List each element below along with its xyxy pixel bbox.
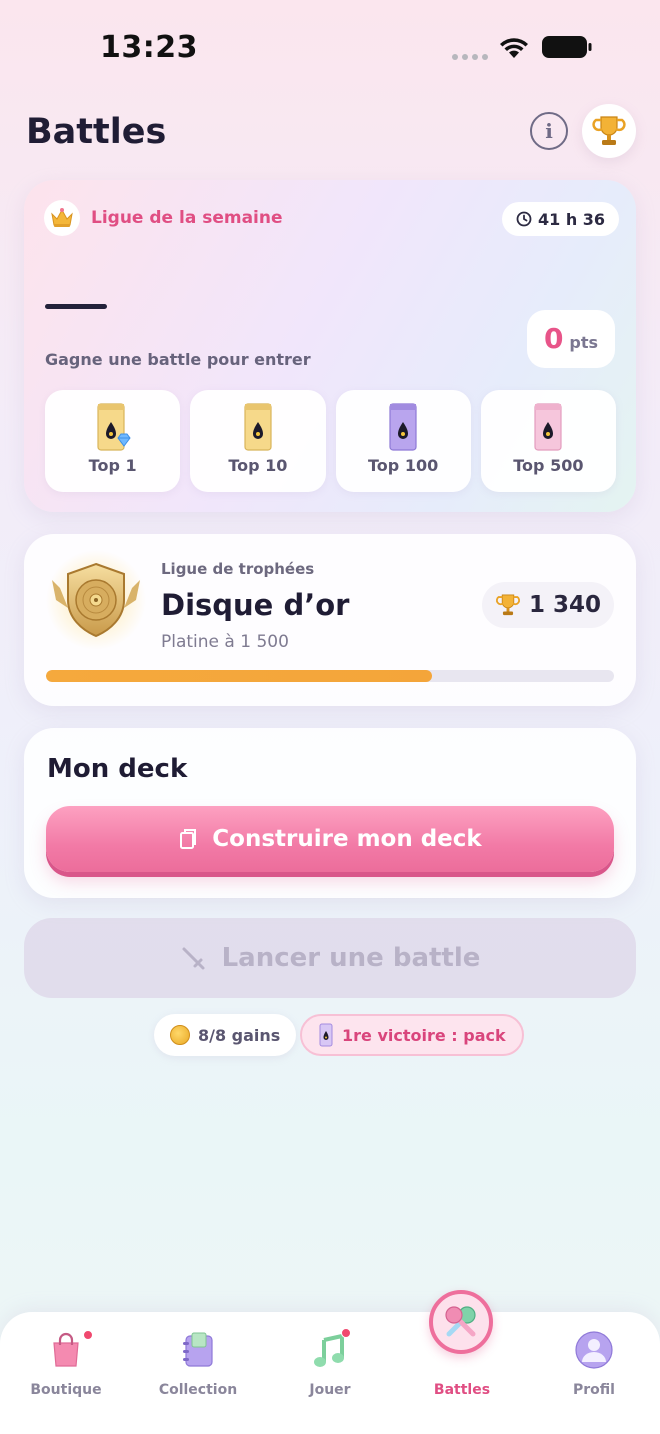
pink-pack-icon xyxy=(534,403,562,451)
reward-tiers: Top 1 Top 10 Top 100 Top 500 xyxy=(45,390,616,492)
reward-label: Top 10 xyxy=(228,456,288,475)
reward-top-500[interactable]: Top 500 xyxy=(480,390,616,492)
notification-dot xyxy=(341,1328,351,1338)
trophy-progress-fill xyxy=(46,670,433,682)
wifi-icon xyxy=(500,38,528,58)
build-deck-label: Construire mon deck xyxy=(212,826,482,852)
reward-top-1[interactable]: Top 1 xyxy=(45,390,181,492)
gold-pack-icon xyxy=(244,403,272,451)
notification-dot xyxy=(83,1330,93,1340)
tab-profil[interactable]: Profil xyxy=(539,1328,649,1408)
tab-bar: Boutique Collection Jouer Battles Profil xyxy=(0,1290,660,1434)
trophy-count: 1 340 xyxy=(528,592,602,618)
launch-battle-label: Lancer une battle xyxy=(221,943,481,973)
coin-icon xyxy=(170,1025,190,1045)
purple-pack-icon xyxy=(389,403,417,451)
info-button[interactable]: i xyxy=(530,112,568,150)
gains-text: 8/8 gains xyxy=(198,1025,281,1045)
reward-top-100[interactable]: Top 100 xyxy=(335,390,471,492)
first-win-chip: 1re victoire : pack xyxy=(300,1014,524,1056)
league-timer: 41 h 36 xyxy=(502,202,620,236)
trophy-league-name: Disque d’or xyxy=(161,588,350,622)
gold-disc-medal-icon xyxy=(46,550,146,650)
reward-label: Top 500 xyxy=(513,456,584,475)
build-deck-button[interactable]: Construire mon deck xyxy=(46,806,614,872)
shopping-bag-icon xyxy=(53,1332,79,1367)
battery-icon xyxy=(542,36,592,58)
trophy-icon xyxy=(592,116,626,145)
sword-icon xyxy=(182,947,205,970)
reward-label: Top 100 xyxy=(368,456,439,475)
next-tier-text: Platine à 1 500 xyxy=(161,632,289,652)
tab-label: Collection xyxy=(158,1382,238,1398)
first-win-text: 1re victoire : pack xyxy=(342,1025,506,1045)
trophy-progress-bar xyxy=(46,670,614,682)
status-time: 13:23 xyxy=(100,30,198,65)
points-box: 0 pts xyxy=(527,310,615,368)
profile-icon xyxy=(575,1331,613,1369)
tab-label: Battles xyxy=(433,1382,491,1398)
trophy-league-card[interactable]: Ligue de trophées Disque d’or Platine à … xyxy=(24,534,636,706)
league-hint: Gagne une battle pour entrer xyxy=(45,350,311,369)
microphones-icon xyxy=(429,1290,493,1354)
clock-icon xyxy=(516,211,532,227)
tab-label: Boutique xyxy=(30,1382,102,1398)
points-unit: pts xyxy=(569,333,599,352)
status-bar: 13:23 xyxy=(0,0,660,90)
tab-collection[interactable]: Collection xyxy=(143,1328,253,1408)
signal-icon xyxy=(452,54,488,60)
crown-icon xyxy=(44,200,80,236)
timer-value: 41 h 36 xyxy=(538,209,606,229)
trophy-count-badge: 1 340 xyxy=(482,582,614,628)
header: Battles i xyxy=(26,104,636,160)
tab-jouer[interactable]: Jouer xyxy=(275,1328,385,1408)
info-icon: i xyxy=(545,119,553,143)
deck-card: Mon deck Construire mon deck xyxy=(24,728,636,898)
binder-icon xyxy=(183,1332,213,1367)
weekly-league-card[interactable]: Ligue de la semaine 41 h 36 Gagne une ba… xyxy=(24,180,636,512)
gold-pack-icon xyxy=(97,403,131,451)
reward-top-10[interactable]: Top 10 xyxy=(190,390,326,492)
tab-label: Jouer xyxy=(309,1382,351,1398)
page-title: Battles xyxy=(26,112,167,152)
rank-placeholder xyxy=(45,304,107,309)
cards-icon xyxy=(180,829,197,849)
reward-label: Top 1 xyxy=(88,456,137,475)
tab-battles[interactable]: Battles xyxy=(407,1290,517,1408)
pack-icon xyxy=(319,1023,333,1047)
tab-label: Profil xyxy=(573,1382,615,1398)
trophy-button[interactable] xyxy=(582,104,636,158)
tab-boutique[interactable]: Boutique xyxy=(11,1328,121,1408)
launch-battle-button[interactable]: Lancer une battle xyxy=(24,918,636,998)
points-value: 0 xyxy=(543,322,564,355)
deck-title: Mon deck xyxy=(47,754,188,784)
trophy-league-label: Ligue de trophées xyxy=(161,560,315,578)
trophy-icon xyxy=(496,594,520,616)
weekly-league-title: Ligue de la semaine xyxy=(91,208,283,228)
gains-chip: 8/8 gains xyxy=(154,1014,297,1056)
